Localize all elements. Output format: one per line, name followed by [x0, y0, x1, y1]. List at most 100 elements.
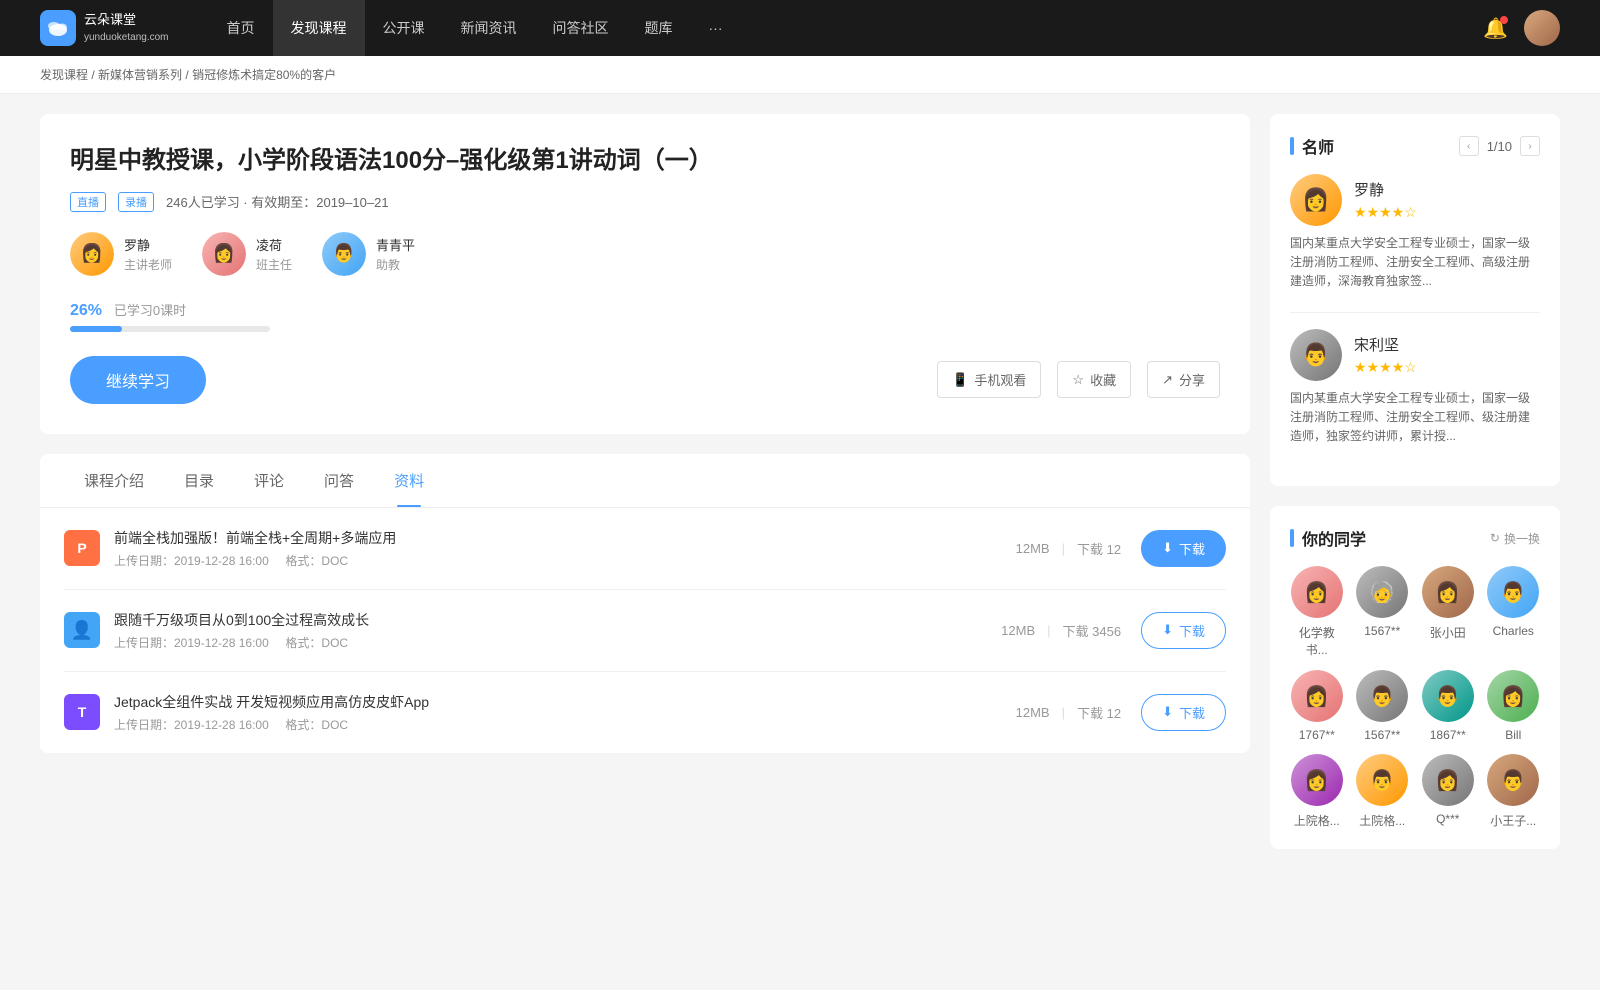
tabs-section: 课程介绍 目录 评论 问答 资料 P 前端全栈加强版！前端全栈+全周期+多端应用…	[40, 454, 1250, 753]
breadcrumb-discover[interactable]: 发现课程	[40, 68, 88, 82]
resource-0-format: 格式：DOC	[285, 554, 348, 568]
resource-1-stats: 12MB | 下载 3456	[1001, 621, 1121, 640]
nav-home[interactable]: 首页	[209, 0, 273, 56]
teacher-0-info: 罗静 主讲老师	[124, 235, 172, 273]
logo[interactable]: 云朵课堂yunduoketang.com	[40, 10, 169, 46]
logo-text: 云朵课堂yunduoketang.com	[84, 12, 169, 44]
teacher-1-info: 凌荷 班主任	[256, 235, 292, 273]
teachers-title-text: 名师	[1302, 134, 1334, 158]
resource-2-size: 12MB	[1016, 705, 1050, 720]
sidebar-teacher-1-info: 宋利坚 ★★★★☆	[1354, 334, 1417, 376]
tab-resources[interactable]: 资料	[374, 454, 444, 507]
classmate-11-name: 小王子...	[1490, 812, 1536, 829]
badge-record: 录播	[118, 192, 154, 212]
tab-intro[interactable]: 课程介绍	[64, 454, 164, 507]
classmate-9-avatar: 👨	[1356, 754, 1408, 806]
breadcrumb-series[interactable]: 新媒体营销系列	[98, 68, 182, 82]
teacher-2-avatar: 👨	[322, 232, 366, 276]
resource-0-downloads: 下载 12	[1077, 539, 1121, 558]
teacher-0-avatar: 👩	[70, 232, 114, 276]
sidebar-teacher-0-name: 罗静	[1354, 179, 1417, 200]
sidebar-teacher-0-desc: 国内某重点大学安全工程专业硕士，国家一级注册消防工程师、注册安全工程师、高级注册…	[1290, 234, 1540, 292]
user-avatar[interactable]	[1524, 10, 1560, 46]
bell-notification-dot	[1500, 16, 1508, 24]
progress-section: 26% 已学习0课时	[70, 300, 1220, 332]
classmate-5: 👨 1567**	[1356, 670, 1410, 742]
share-label: 分享	[1179, 370, 1205, 389]
bell-icon[interactable]: 🔔	[1483, 16, 1508, 41]
download-button-1[interactable]: ⬇ 下载	[1141, 612, 1226, 649]
sidebar-teacher-1-stars: ★★★★☆	[1354, 359, 1417, 376]
progress-bar-bg	[70, 326, 270, 332]
classmate-0: 👩 化学教书...	[1290, 566, 1344, 658]
favorite-button[interactable]: ☆ 收藏	[1057, 361, 1131, 398]
download-label-1: 下载	[1179, 621, 1205, 640]
download-button-2[interactable]: ⬇ 下载	[1141, 694, 1226, 731]
classmate-3-avatar: 👨	[1487, 566, 1539, 618]
classmate-9-name: 土院格...	[1359, 812, 1405, 829]
resource-1-name: 跟随千万级项目从0到100全过程高效成长	[114, 610, 1001, 630]
teachers-prev-btn[interactable]: ‹	[1459, 136, 1479, 156]
tab-catalog[interactable]: 目录	[164, 454, 234, 507]
classmate-4-name: 1767**	[1299, 728, 1335, 742]
nav-right: 🔔	[1483, 10, 1560, 46]
resource-1-downloads: 下载 3456	[1063, 621, 1122, 640]
nav-discover[interactable]: 发现课程	[273, 0, 365, 56]
sidebar-teacher-1-avatar: 👨	[1290, 329, 1342, 381]
progress-sub: 已学习0课时	[114, 303, 186, 318]
download-button-0[interactable]: ⬇ 下载	[1141, 530, 1226, 567]
classmate-10-avatar: 👩	[1422, 754, 1474, 806]
main-layout: 明星中教授课，小学阶段语法100分–强化级第1讲动词（一） 直播 录播 246人…	[0, 94, 1600, 889]
tabs-header: 课程介绍 目录 评论 问答 资料	[40, 454, 1250, 508]
download-icon-2: ⬇	[1162, 704, 1173, 720]
refresh-button[interactable]: ↻ 换一换	[1490, 530, 1540, 547]
course-header-card: 明星中教授课，小学阶段语法100分–强化级第1讲动词（一） 直播 录播 246人…	[40, 114, 1250, 434]
classmate-8-avatar: 👩	[1291, 754, 1343, 806]
mobile-watch-label: 手机观看	[974, 370, 1026, 389]
resource-2-name: Jetpack全组件实战 开发短视频应用高仿皮皮虾App	[114, 692, 1016, 712]
resource-1-info: 跟随千万级项目从0到100全过程高效成长 上传日期：2019-12-28 16:…	[114, 610, 1001, 651]
classmates-title-bar	[1290, 529, 1294, 547]
classmate-0-avatar: 👩	[1291, 566, 1343, 618]
refresh-icon: ↻	[1490, 531, 1500, 545]
continue-learning-button[interactable]: 继续学习	[70, 356, 206, 404]
nav-news[interactable]: 新闻资讯	[443, 0, 535, 56]
classmate-10-name: Q***	[1436, 812, 1459, 826]
nav-more[interactable]: ···	[691, 0, 741, 56]
share-button[interactable]: ↗ 分享	[1147, 361, 1220, 398]
teacher-2: 👨 青青平 助教	[322, 232, 415, 276]
mobile-watch-button[interactable]: 📱 手机观看	[937, 361, 1041, 398]
teacher-1-name: 凌荷	[256, 235, 292, 254]
sidebar-teacher-0: 👩 罗静 ★★★★☆ 国内某重点大学安全工程专业硕士，国家一级注册消防工程师、注…	[1290, 174, 1540, 292]
classmate-6: 👨 1867**	[1421, 670, 1475, 742]
teacher-1-role: 班主任	[256, 256, 292, 273]
tab-qa[interactable]: 问答	[304, 454, 374, 507]
progress-percent: 26%	[70, 302, 102, 319]
resource-0-size: 12MB	[1016, 541, 1050, 556]
resource-1-format: 格式：DOC	[285, 636, 348, 650]
resource-2-info: Jetpack全组件实战 开发短视频应用高仿皮皮虾App 上传日期：2019-1…	[114, 692, 1016, 733]
classmate-1: 🧓 1567**	[1356, 566, 1410, 658]
teachers-next-btn[interactable]: ›	[1520, 136, 1540, 156]
download-icon-0: ⬇	[1162, 540, 1173, 556]
stats-divider-1: |	[1047, 623, 1050, 638]
resource-1-date: 上传日期：2019-12-28 16:00	[114, 636, 269, 650]
sidebar-teacher-0-top: 👩 罗静 ★★★★☆	[1290, 174, 1540, 226]
tab-review[interactable]: 评论	[234, 454, 304, 507]
resource-item-1: 👤 跟随千万级项目从0到100全过程高效成长 上传日期：2019-12-28 1…	[64, 590, 1226, 672]
sidebar-teacher-1-desc: 国内某重点大学安全工程专业硕士，国家一级注册消防工程师、注册安全工程师、级注册建…	[1290, 389, 1540, 447]
classmate-6-avatar: 👨	[1422, 670, 1474, 722]
teachers-sidebar-card: 名师 ‹ 1/10 › 👩 罗静 ★★★★☆	[1270, 114, 1560, 486]
resource-0-stats: 12MB | 下载 12	[1016, 539, 1121, 558]
resource-item-2: T Jetpack全组件实战 开发短视频应用高仿皮皮虾App 上传日期：2019…	[64, 672, 1226, 753]
sidebar-teacher-0-stars: ★★★★☆	[1354, 204, 1417, 221]
resource-2-format: 格式：DOC	[285, 718, 348, 732]
resource-1-size: 12MB	[1001, 623, 1035, 638]
nav-qa[interactable]: 问答社区	[535, 0, 627, 56]
teacher-divider	[1290, 312, 1540, 313]
logo-icon	[40, 10, 76, 46]
nav-open[interactable]: 公开课	[365, 0, 443, 56]
nav-quiz[interactable]: 题库	[627, 0, 691, 56]
sidebar-teacher-1-top: 👨 宋利坚 ★★★★☆	[1290, 329, 1540, 381]
teacher-0-name: 罗静	[124, 235, 172, 254]
